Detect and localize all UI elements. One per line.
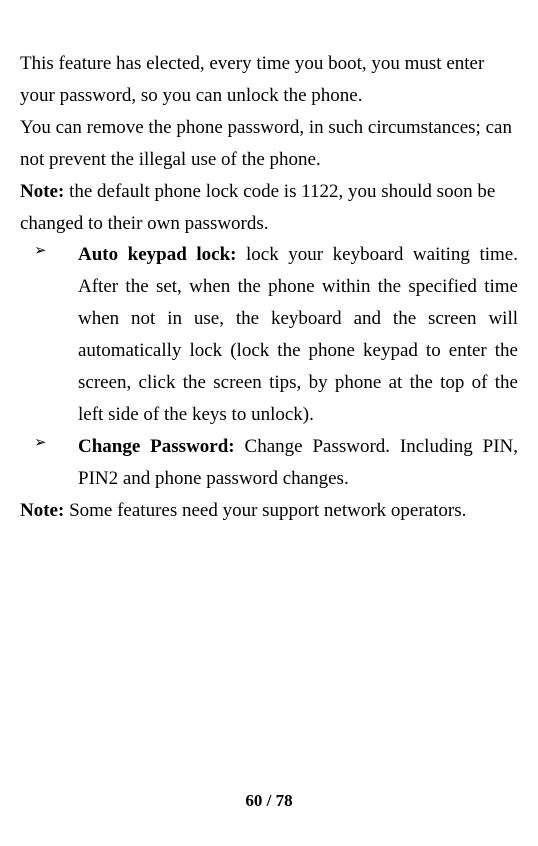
note-1-text: the default phone lock code is 1122, you… [20,181,495,234]
bullet-1-text: lock your keyboard waiting time. After t… [78,244,518,425]
bullet-1-label: Auto keypad lock: [78,244,236,265]
paragraph-1: This feature has elected, every time you… [20,48,518,112]
note-2-label: Note: [20,500,64,521]
note-1-label: Note: [20,181,64,202]
note-2-text: Some features need your support network … [64,500,466,521]
page-number: 60 / 78 [0,787,538,816]
paragraph-2: You can remove the phone password, in su… [20,112,518,176]
note-2: Note: Some features need your support ne… [20,495,518,527]
bullet-marker-icon: ➢ [34,431,47,456]
bullet-2-label: Change Password: [78,436,235,457]
bullet-item-2: ➢ Change Password: Change Password. Incl… [20,431,518,495]
bullet-marker-icon: ➢ [34,239,47,264]
bullet-item-1: ➢ Auto keypad lock: lock your keyboard w… [20,239,518,430]
document-content: This feature has elected, every time you… [20,48,518,527]
note-1: Note: the default phone lock code is 112… [20,176,518,240]
